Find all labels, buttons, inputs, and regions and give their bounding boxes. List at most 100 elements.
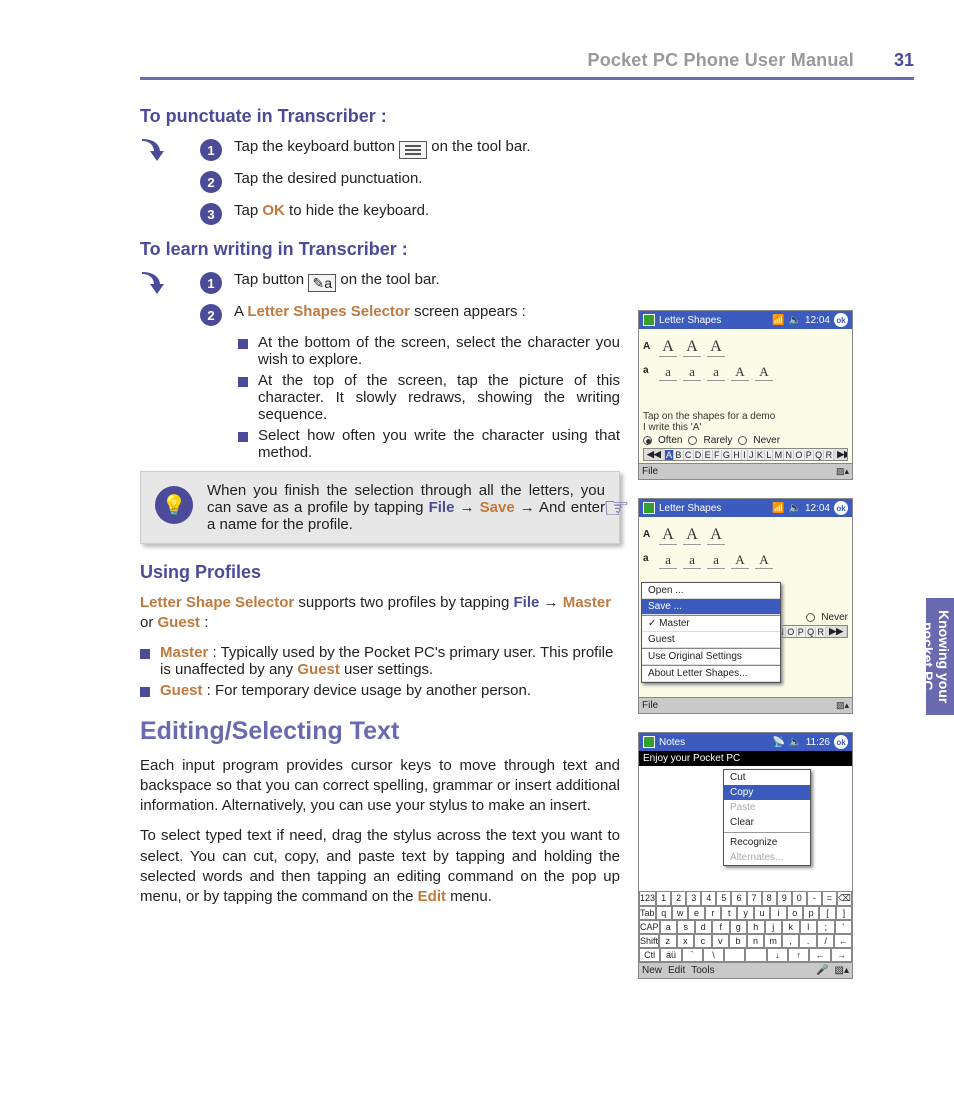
ok-button[interactable]: ok [834, 313, 848, 327]
key[interactable]: e [688, 906, 704, 920]
key[interactable]: 8 [762, 891, 777, 906]
key[interactable]: 5 [716, 891, 731, 906]
key[interactable]: f [712, 920, 730, 934]
key[interactable]: t [721, 906, 737, 920]
tools-menu[interactable]: Tools [691, 965, 714, 976]
sip-icon[interactable]: ▧▴ [835, 965, 849, 976]
key[interactable]: ← [809, 948, 830, 962]
key[interactable]: ↑ [788, 948, 809, 962]
menu-alternates[interactable]: Alternates... [724, 850, 810, 865]
key[interactable]: ] [836, 906, 852, 920]
new-menu[interactable]: New [642, 965, 662, 976]
glyph[interactable]: a [683, 547, 701, 569]
key[interactable]: = [822, 891, 837, 906]
key[interactable]: → [831, 948, 852, 962]
ok-button[interactable]: ok [834, 735, 848, 749]
key[interactable]: r [705, 906, 721, 920]
key[interactable]: y [737, 906, 753, 920]
menu-use-original[interactable]: Use Original Settings [642, 649, 780, 665]
radio-rarely[interactable] [688, 436, 697, 445]
menu-cut[interactable]: Cut [724, 770, 810, 785]
key[interactable] [724, 948, 745, 962]
key[interactable]: 3 [686, 891, 701, 906]
file-menu[interactable]: File [642, 466, 658, 477]
key[interactable]: Ctl [639, 948, 660, 962]
radio-never[interactable] [806, 613, 815, 622]
glyph[interactable]: a [659, 359, 677, 381]
key[interactable]: [ [819, 906, 835, 920]
edit-menu[interactable]: Edit [668, 965, 685, 976]
key[interactable]: 4 [701, 891, 716, 906]
key[interactable]: z [659, 934, 677, 948]
key[interactable]: m [764, 934, 782, 948]
menu-guest[interactable]: Guest [642, 632, 780, 648]
key[interactable]: x [677, 934, 695, 948]
start-icon[interactable] [643, 736, 655, 748]
key[interactable]: ⌫ [837, 891, 852, 906]
key[interactable]: g [730, 920, 748, 934]
sip-icon[interactable]: ▧▴ [836, 700, 849, 711]
menu-recognize[interactable]: Recognize [724, 835, 810, 850]
menu-copy[interactable]: Copy [724, 785, 810, 800]
key[interactable]: j [765, 920, 783, 934]
key[interactable]: ← [834, 934, 852, 948]
key[interactable]: 123 [639, 891, 656, 906]
key[interactable]: ; [817, 920, 835, 934]
glyph[interactable]: A [707, 335, 725, 357]
key[interactable]: ` [682, 948, 703, 962]
key[interactable]: p [803, 906, 819, 920]
key[interactable] [745, 948, 766, 962]
radio-often[interactable] [643, 436, 652, 445]
glyph[interactable]: a [707, 547, 725, 569]
glyph[interactable]: a [659, 547, 677, 569]
key[interactable]: o [787, 906, 803, 920]
glyph[interactable]: A [755, 547, 773, 569]
soft-keyboard[interactable]: 1231234567890-=⌫ Tabqwertyuiop[] CAPasdf… [639, 891, 852, 962]
key[interactable]: 6 [731, 891, 746, 906]
key[interactable]: s [677, 920, 695, 934]
record-icon[interactable]: 🎤 [816, 965, 828, 976]
glyph[interactable]: A [731, 547, 749, 569]
key[interactable]: i [770, 906, 786, 920]
file-menu[interactable]: File [642, 700, 658, 711]
key[interactable]: v [712, 934, 730, 948]
key[interactable]: CAP [639, 920, 660, 934]
key[interactable]: 2 [671, 891, 686, 906]
glyph[interactable]: a [683, 359, 701, 381]
key[interactable]: b [729, 934, 747, 948]
menu-save[interactable]: Save ... [642, 599, 780, 615]
key[interactable]: q [656, 906, 672, 920]
glyph[interactable]: A [659, 523, 677, 545]
menu-about[interactable]: About Letter Shapes... [642, 666, 780, 682]
key[interactable]: / [817, 934, 835, 948]
glyph[interactable]: A [683, 523, 701, 545]
key[interactable]: - [807, 891, 822, 906]
key[interactable]: u [754, 906, 770, 920]
glyph[interactable]: A [659, 335, 677, 357]
key[interactable]: 9 [777, 891, 792, 906]
glyph[interactable]: A [731, 359, 749, 381]
key[interactable]: , [782, 934, 800, 948]
radio-never[interactable] [738, 436, 747, 445]
menu-clear[interactable]: Clear [724, 815, 810, 830]
start-icon[interactable] [643, 314, 655, 326]
glyph[interactable]: A [755, 359, 773, 381]
key[interactable]: 0 [792, 891, 807, 906]
key[interactable]: áü [660, 948, 681, 962]
alphabet-selector[interactable]: ◀◀ABCDEFGHIJKLMNOPQR▶▶ [643, 448, 848, 461]
menu-open[interactable]: Open ... [642, 583, 780, 599]
key[interactable]: l [800, 920, 818, 934]
selected-text[interactable]: Enjoy your Pocket PC [639, 751, 852, 766]
key[interactable]: ' [835, 920, 853, 934]
sip-icon[interactable]: ▧▴ [836, 466, 849, 477]
key[interactable]: d [695, 920, 713, 934]
glyph[interactable]: a [707, 359, 725, 381]
key[interactable]: 1 [656, 891, 671, 906]
glyph[interactable]: A [707, 523, 725, 545]
menu-master[interactable]: Master [642, 616, 780, 632]
key[interactable]: \ [703, 948, 724, 962]
start-icon[interactable] [643, 502, 655, 514]
key[interactable]: . [799, 934, 817, 948]
key[interactable]: Shift [639, 934, 659, 948]
key[interactable]: ↓ [767, 948, 788, 962]
